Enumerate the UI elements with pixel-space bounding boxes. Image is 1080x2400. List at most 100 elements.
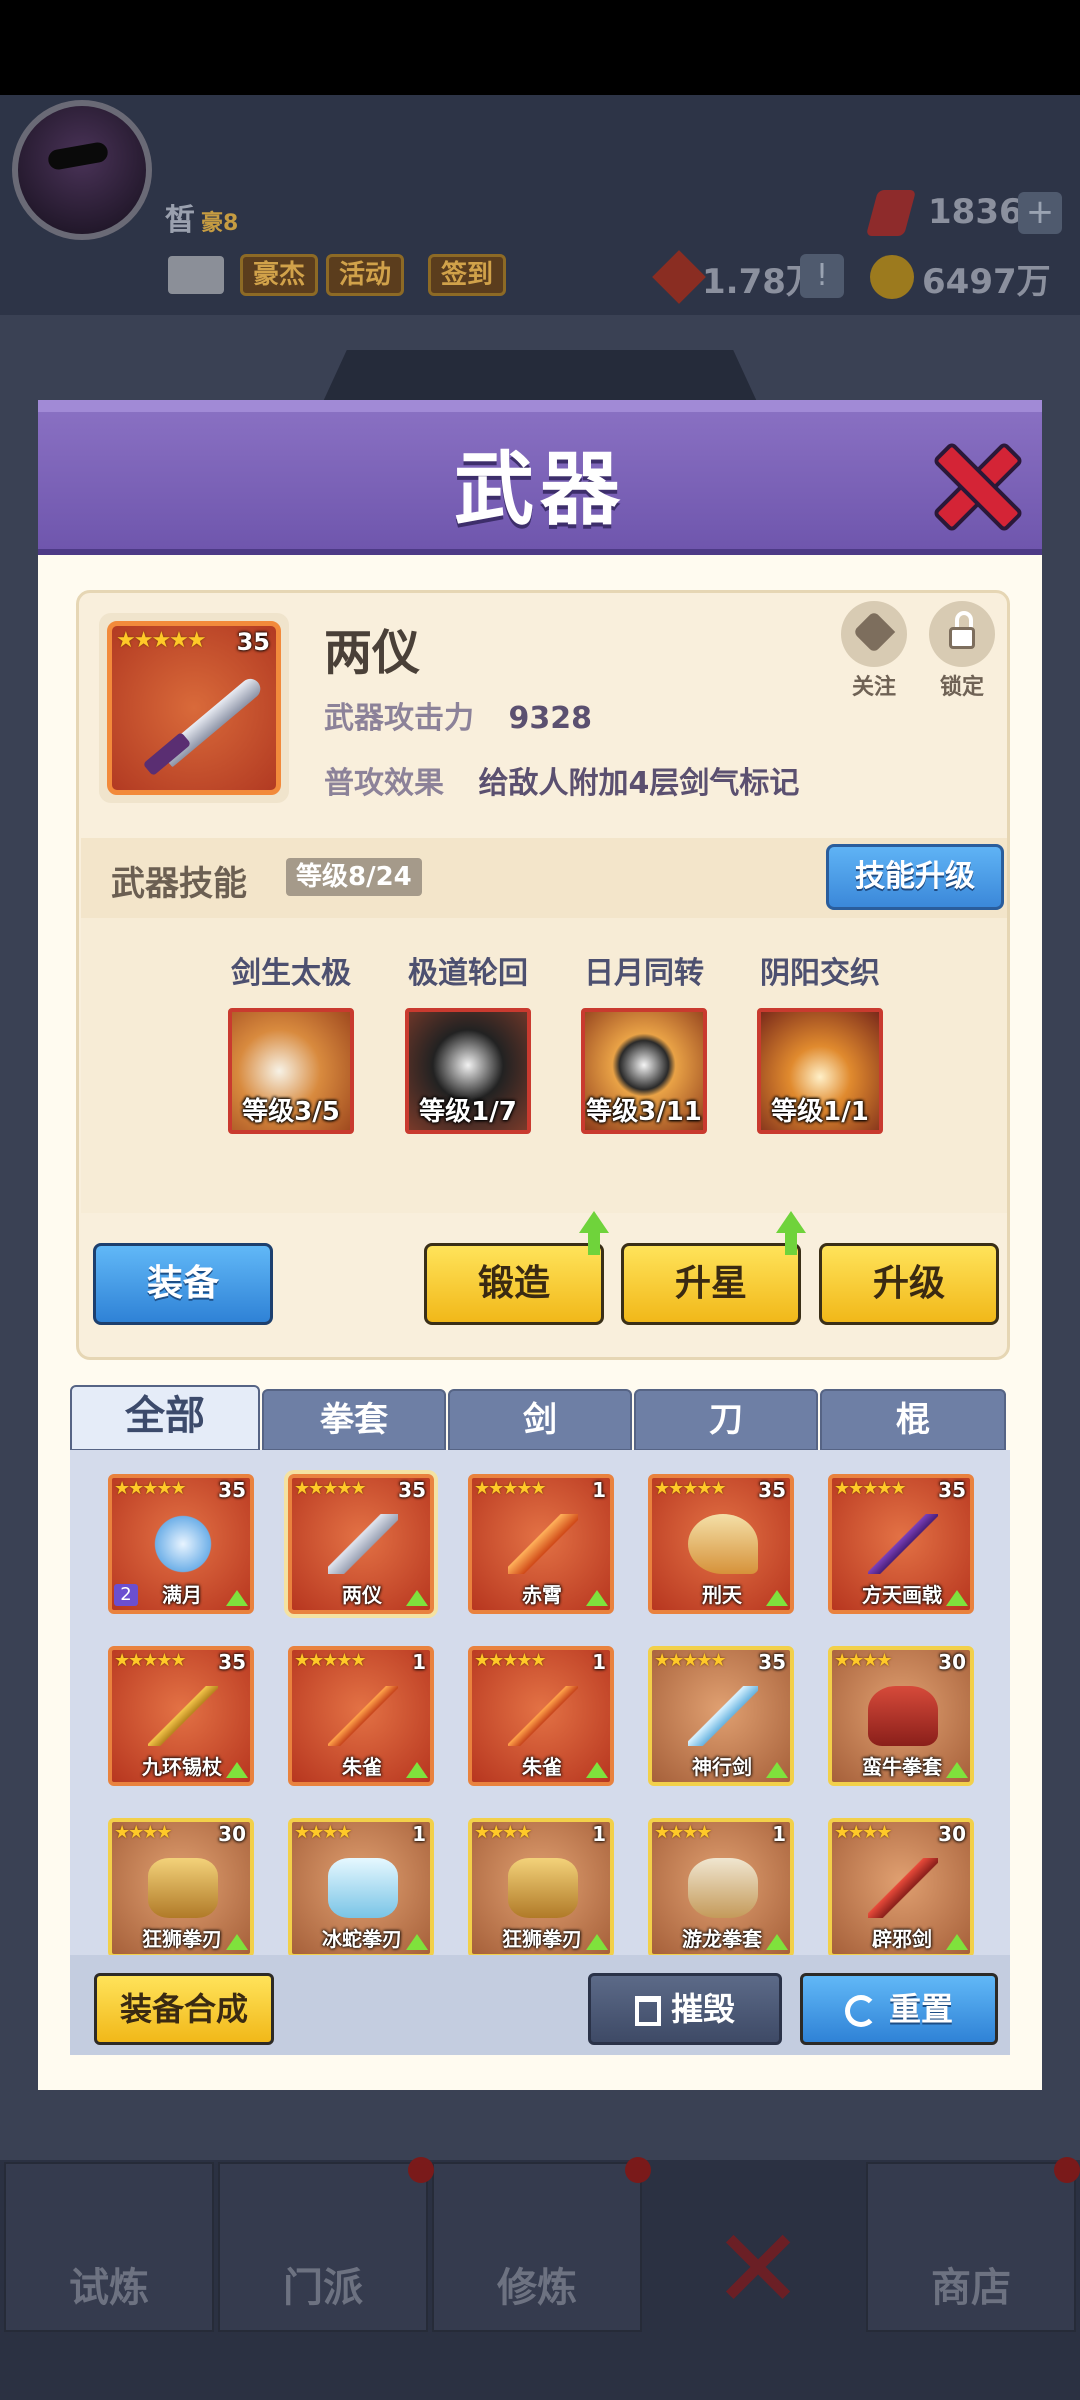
heart-icon — [841, 601, 907, 667]
item-level: 30 — [938, 1650, 966, 1674]
weapon-item[interactable]: ★★★★ 1 狂狮拳刃 — [468, 1818, 614, 1955]
moon-gauntlet-icon — [148, 1514, 218, 1574]
item-level: 35 — [758, 1478, 786, 1502]
skill-item[interactable]: 极道轮回 等级1/7 — [383, 948, 553, 1134]
item-stars: ★★★★★ — [114, 1650, 187, 1671]
weapon-tile: ★★★★★ 35 — [107, 621, 281, 795]
nav-sect-label: 门派 — [283, 2265, 363, 2311]
halberd-icon — [868, 1514, 938, 1574]
tab-blade[interactable]: 刀 — [634, 1389, 818, 1451]
lion-claw-icon — [508, 1858, 578, 1918]
synthesize-button[interactable]: 装备合成 — [94, 1973, 274, 2045]
nav-close-icon[interactable]: ✕ — [712, 2205, 804, 2333]
weapon-item[interactable]: ★★★★ 30 蛮牛拳套 — [828, 1646, 974, 1786]
add-gem-button[interactable]: + — [1018, 192, 1062, 234]
coin-count: 6497万 — [922, 262, 1051, 302]
item-stars: ★★★★★ — [474, 1650, 547, 1671]
reset-button[interactable]: 重置 — [800, 1973, 998, 2045]
weapon-item[interactable]: ★★★★ 30 狂狮拳刃 — [108, 1818, 254, 1955]
lock-label: 锁定 — [939, 675, 984, 700]
dragon-gauntlet-icon — [688, 1858, 758, 1918]
weapon-item[interactable]: ★★★★★ 35 两仪 — [288, 1474, 434, 1614]
weapon-item[interactable]: ★★★★★ 1 朱雀 — [468, 1646, 614, 1786]
item-stars: ★★★★ — [654, 1822, 713, 1843]
weapon-item[interactable]: ★★★★★ 35 2 满月 — [108, 1474, 254, 1614]
tab-gauntlet[interactable]: 拳套 — [262, 1389, 446, 1451]
upgradable-icon — [406, 1590, 428, 1606]
mail-icon[interactable] — [168, 256, 224, 294]
item-level: 1 — [412, 1822, 426, 1846]
destroy-label: 摧毁 — [670, 1990, 735, 2028]
item-stars: ★★★★★ — [294, 1650, 367, 1671]
close-icon[interactable] — [928, 438, 1018, 528]
weapon-item[interactable]: ★★★★★ 35 神行剑 — [648, 1646, 794, 1786]
info-button[interactable]: ! — [800, 254, 844, 298]
notification-dot — [1054, 2157, 1080, 2183]
item-stars: ★★★★ — [474, 1822, 533, 1843]
weapon-item[interactable]: ★★★★★ 35 方天画戟 — [828, 1474, 974, 1614]
upgradable-icon — [946, 1590, 968, 1606]
lock-icon — [929, 601, 995, 667]
item-level: 35 — [758, 1650, 786, 1674]
skill-title: 武器技能 — [111, 864, 247, 904]
modal-title: 武器 — [454, 443, 626, 536]
attack-row: 武器攻击力 9328 — [324, 693, 592, 737]
skill-item[interactable]: 剑生太极 等级3/5 — [206, 948, 376, 1134]
skill-item[interactable]: 阴阳交织 等级1/1 — [735, 948, 905, 1134]
axe-icon — [688, 1514, 758, 1574]
skill-upgrade-button[interactable]: 技能升级 — [826, 844, 1004, 910]
weapon-item[interactable]: ★★★★ 1 游龙拳套 — [648, 1818, 794, 1955]
skill-level: 等级3/5 — [242, 1097, 340, 1127]
hero-button[interactable]: 豪杰 — [240, 254, 319, 296]
weapon-modal: 武器 ★★★★★ 35 两仪 武器攻击力 9328 普攻效果 给敌人附加4层剑气… — [38, 400, 1042, 2090]
sword-icon — [328, 1514, 398, 1574]
lock-button[interactable]: 锁定 — [927, 601, 997, 701]
weapon-item[interactable]: ★★★★★ 35 九环锡杖 — [108, 1646, 254, 1786]
upgradable-icon — [766, 1762, 788, 1778]
staff-icon — [148, 1686, 218, 1746]
star-up-button[interactable]: 升星 — [621, 1243, 801, 1325]
forge-button[interactable]: 锻造 — [424, 1243, 604, 1325]
player-name: 皙豪8 — [165, 203, 239, 238]
player-avatar[interactable] — [12, 100, 152, 240]
weapon-item[interactable]: ★★★★★ 1 朱雀 — [288, 1646, 434, 1786]
weapon-level: 35 — [236, 628, 270, 656]
reset-label: 重置 — [888, 1990, 953, 2028]
slash-skill-icon: 等级3/5 — [228, 1008, 354, 1134]
tab-staff[interactable]: 棍 — [820, 1389, 1006, 1451]
item-stars: ★★★★★ — [654, 1478, 727, 1499]
skill-item[interactable]: 日月同转 等级3/11 — [559, 948, 729, 1134]
nav-cultivate-label: 修炼 — [497, 2265, 577, 2311]
weapon-item[interactable]: ★★★★★ 1 赤霄 — [468, 1474, 614, 1614]
upgradable-icon — [946, 1762, 968, 1778]
destroy-button[interactable]: 摧毁 — [588, 1973, 782, 2045]
weapon-item[interactable]: ★★★★★ 35 刑天 — [648, 1474, 794, 1614]
upgradable-icon — [226, 1590, 248, 1606]
trash-icon — [634, 1996, 661, 2026]
event-button[interactable]: 活动 — [326, 254, 405, 296]
level-up-button[interactable]: 升级 — [819, 1243, 999, 1325]
bull-gauntlet-icon — [868, 1686, 938, 1746]
item-stars: ★★★★★ — [834, 1478, 907, 1499]
item-stars: ★★★★★ — [654, 1650, 727, 1671]
yinyang-blade-skill-icon: 等级1/7 — [405, 1008, 531, 1134]
upgradable-icon — [406, 1934, 428, 1950]
skill-name: 极道轮回 — [408, 956, 528, 991]
nav-trial-label: 试炼 — [69, 2265, 149, 2311]
item-stars: ★★★★★ — [114, 1478, 187, 1499]
upgradable-icon — [586, 1762, 608, 1778]
tab-all[interactable]: 全部 — [70, 1385, 260, 1451]
flame-sword-icon — [508, 1514, 578, 1574]
follow-button[interactable]: 关注 — [839, 601, 909, 701]
signin-button[interactable]: 签到 — [428, 254, 507, 296]
item-stars: ★★★★ — [834, 1822, 893, 1843]
weapon-item[interactable]: ★★★★ 30 辟邪剑 — [828, 1818, 974, 1955]
sword-burst-skill-icon: 等级1/1 — [757, 1008, 883, 1134]
upgradable-icon — [586, 1590, 608, 1606]
equip-button[interactable]: 装备 — [93, 1243, 273, 1325]
upgradable-icon — [406, 1762, 428, 1778]
tab-sword[interactable]: 剑 — [448, 1389, 632, 1451]
item-stars: ★★★★ — [834, 1650, 893, 1671]
item-level: 35 — [218, 1478, 246, 1502]
weapon-item[interactable]: ★★★★ 1 冰蛇拳刃 — [288, 1818, 434, 1955]
